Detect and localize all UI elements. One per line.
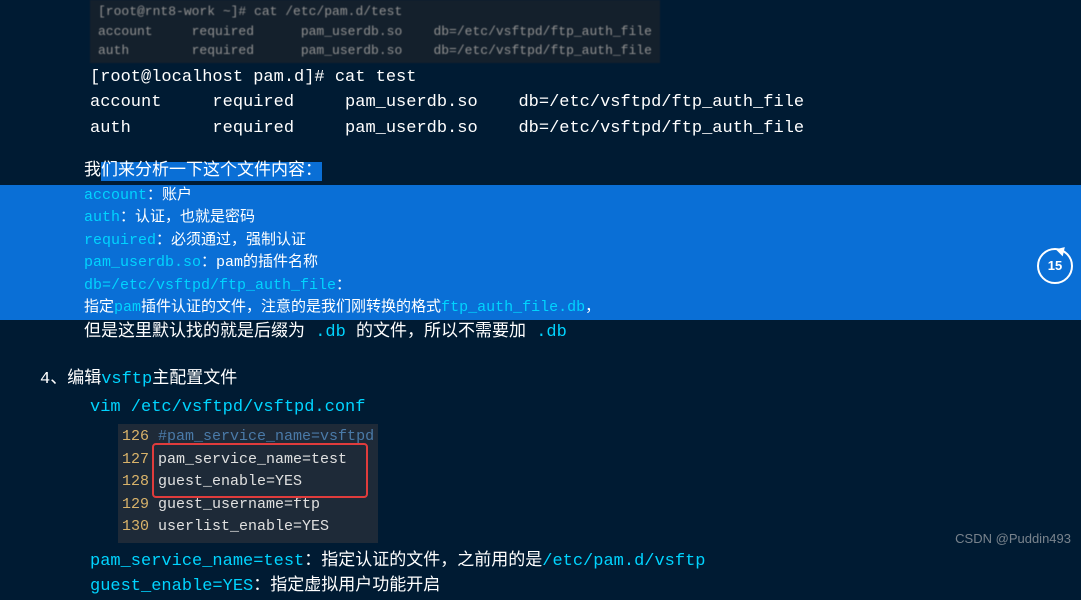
dim-row: auth required pam_userdb.so db=/etc/vsft…	[98, 41, 652, 61]
analysis-note2: 但是这里默认找的就是后缀为 .db 的文件，所以不需要加 .db	[84, 320, 1081, 346]
analysis-pam-userdb: pam_userdb.so：pam的插件名称	[84, 252, 1061, 275]
main-prompt: [root@localhost pam.d]# cat test	[90, 65, 1081, 91]
watermark: CSDN @Puddin493	[955, 529, 1071, 549]
dim-prompt: [root@rnt8-work ~]# cat /etc/pam.d/test	[98, 2, 652, 22]
bottom-line-2: guest_enable=YES：指定虚拟用户功能开启	[90, 574, 1081, 600]
analysis-db: db=/etc/vsftpd/ftp_auth_file：	[84, 275, 1061, 298]
code-snippet: 126 #pam_service_name=vsftpd 127 pam_ser…	[118, 424, 378, 543]
section4-title: 4、编辑vsftp主配置文件	[40, 367, 1081, 393]
code-line-129: 129 guest_username=ftp	[122, 494, 374, 517]
analysis-block: 我们来分析一下这个文件内容：	[84, 159, 1081, 185]
analysis-auth: auth：认证，也就是密码	[84, 207, 1061, 230]
main-row: account required pam_userdb.so db=/etc/v…	[90, 90, 1081, 116]
code-line-128: 128 guest_enable=YES	[122, 471, 374, 494]
analysis-account: account：账户	[84, 185, 1061, 208]
analysis-intro: 我们来分析一下这个文件内容：	[84, 159, 1081, 185]
analysis-note1: 指定pam插件认证的文件，注意的是我们刚转换的格式ftp_auth_file.d…	[84, 297, 1061, 320]
bottom-line-1: pam_service_name=test：指定认证的文件，之前用的是/etc/…	[90, 549, 1081, 575]
highlight-block: account：账户 auth：认证，也就是密码 required：必须通过，强…	[0, 185, 1081, 320]
code-line-130: 130 userlist_enable=YES	[122, 516, 374, 539]
code-line-127: 127 pam_service_name=test	[122, 449, 374, 472]
terminal-document: [root@rnt8-work ~]# cat /etc/pam.d/test …	[0, 0, 1081, 600]
code-line-126: 126 #pam_service_name=vsftpd	[122, 426, 374, 449]
main-row: auth required pam_userdb.so db=/etc/vsft…	[90, 116, 1081, 142]
bottom-explain: pam_service_name=test：指定认证的文件，之前用的是/etc/…	[90, 549, 1081, 600]
dim-row: account required pam_userdb.so db=/etc/v…	[98, 22, 652, 42]
analysis-required: required：必须通过，强制认证	[84, 230, 1061, 253]
skip-forward-icon[interactable]: 15	[1037, 248, 1073, 284]
vim-command: vim /etc/vsftpd/vsftpd.conf	[90, 395, 1081, 421]
dim-terminal-block: [root@rnt8-work ~]# cat /etc/pam.d/test …	[90, 0, 660, 63]
